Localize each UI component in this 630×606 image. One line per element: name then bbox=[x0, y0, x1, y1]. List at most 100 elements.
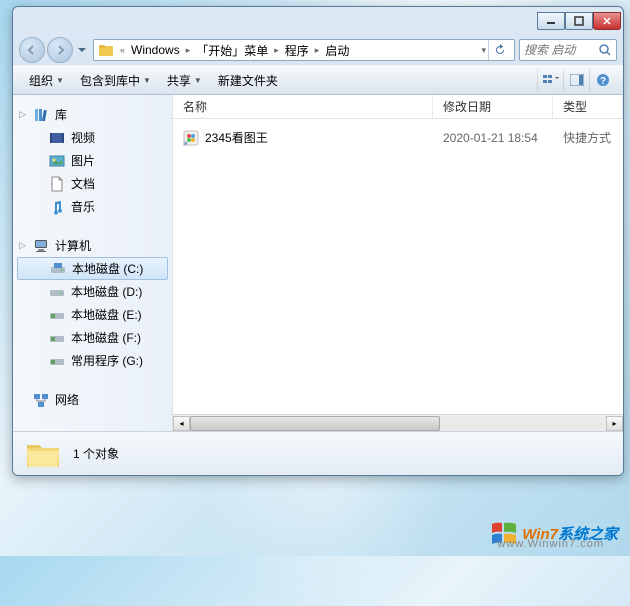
sidebar-item-label: 图片 bbox=[71, 152, 95, 169]
dropdown-icon: ▼ bbox=[143, 76, 151, 85]
chevron-right-icon: ▸ bbox=[184, 45, 193, 56]
scroll-track[interactable] bbox=[190, 416, 606, 431]
sidebar-item-drive-g[interactable]: 常用程序 (G:) bbox=[13, 349, 172, 372]
column-header-modified[interactable]: 修改日期 bbox=[433, 95, 553, 118]
sidebar-item-label: 本地磁盘 (F:) bbox=[71, 329, 141, 346]
watermark-url: www.Winwin7.com bbox=[497, 538, 604, 550]
music-icon bbox=[49, 199, 65, 215]
scroll-right-button[interactable]: ▸ bbox=[606, 416, 623, 431]
sidebar-item-music[interactable]: 音乐 bbox=[13, 195, 172, 218]
collapse-icon: ▷ bbox=[19, 240, 26, 251]
sidebar-item-drive-d[interactable]: 本地磁盘 (D:) bbox=[13, 280, 172, 303]
sidebar-computer[interactable]: ▷ 计算机 bbox=[13, 234, 172, 257]
sidebar-item-drive-c[interactable]: 本地磁盘 (C:) bbox=[17, 257, 168, 280]
sidebar-item-label: 本地磁盘 (C:) bbox=[72, 260, 143, 277]
search-icon bbox=[598, 43, 612, 57]
breadcrumb[interactable]: « Windows ▸ 「开始」菜单 ▸ 程序 ▸ 启动 ▾ bbox=[93, 39, 515, 61]
computer-icon bbox=[33, 238, 49, 254]
tb-label: 共享 bbox=[167, 72, 191, 89]
drive-icon bbox=[49, 330, 65, 346]
tb-label: 包含到库中 bbox=[80, 72, 140, 89]
horizontal-scrollbar[interactable]: ◂ ▸ bbox=[173, 414, 623, 431]
dropdown-icon: ▼ bbox=[194, 76, 202, 85]
document-icon bbox=[49, 176, 65, 192]
forward-button[interactable] bbox=[47, 37, 73, 63]
minimize-button[interactable] bbox=[537, 12, 565, 30]
drive-icon bbox=[49, 307, 65, 323]
sidebar-label: 计算机 bbox=[55, 237, 91, 254]
maximize-button[interactable] bbox=[565, 12, 593, 30]
sidebar-item-label: 常用程序 (G:) bbox=[71, 352, 143, 369]
scroll-left-button[interactable]: ◂ bbox=[173, 416, 190, 431]
sidebar-item-drive-f[interactable]: 本地磁盘 (F:) bbox=[13, 326, 172, 349]
file-name: 2345看图王 bbox=[205, 129, 268, 146]
column-header-name[interactable]: 名称 bbox=[173, 95, 433, 118]
chevron-left-icon: « bbox=[118, 45, 127, 55]
titlebar bbox=[13, 7, 623, 35]
file-list[interactable]: 2345看图王 2020-01-21 18:54 快捷方式 bbox=[173, 119, 623, 414]
svg-text:?: ? bbox=[599, 76, 605, 87]
sidebar-label: 库 bbox=[55, 106, 67, 123]
sidebar-item-label: 文档 bbox=[71, 175, 95, 192]
sidebar-item-pictures[interactable]: 图片 bbox=[13, 149, 172, 172]
file-type: 快捷方式 bbox=[553, 129, 623, 146]
search-input[interactable] bbox=[524, 43, 598, 57]
new-folder-button[interactable]: 新建文件夹 bbox=[210, 69, 286, 92]
search-box[interactable] bbox=[519, 39, 617, 61]
chevron-right-icon: ▸ bbox=[313, 45, 322, 56]
file-item[interactable]: 2345看图王 2020-01-21 18:54 快捷方式 bbox=[173, 127, 623, 148]
sidebar-item-videos[interactable]: 视频 bbox=[13, 126, 172, 149]
toolbar: 组织▼ 包含到库中▼ 共享▼ 新建文件夹 ? bbox=[13, 65, 623, 95]
sidebar-item-label: 本地磁盘 (E:) bbox=[71, 306, 142, 323]
refresh-button[interactable] bbox=[488, 39, 510, 61]
dropdown-icon: ▼ bbox=[56, 76, 64, 85]
column-headers: 名称 修改日期 类型 bbox=[173, 95, 623, 119]
preview-pane-button[interactable] bbox=[563, 69, 589, 91]
sidebar-item-label: 音乐 bbox=[71, 198, 95, 215]
status-count: 1 个对象 bbox=[73, 445, 119, 462]
breadcrumb-segment[interactable]: 「开始」菜单 bbox=[192, 42, 272, 59]
sidebar-item-drive-e[interactable]: 本地磁盘 (E:) bbox=[13, 303, 172, 326]
chevron-right-icon: ▸ bbox=[272, 45, 281, 56]
video-icon bbox=[49, 130, 65, 146]
share-menu[interactable]: 共享▼ bbox=[159, 69, 210, 92]
view-menu[interactable] bbox=[537, 69, 563, 91]
tb-label: 新建文件夹 bbox=[218, 72, 278, 89]
navigation-pane: ▷ 库 视频 图片 文档 音乐 bbox=[13, 95, 173, 431]
sidebar-item-label: 视频 bbox=[71, 129, 95, 146]
library-icon bbox=[33, 107, 49, 123]
shortcut-icon bbox=[183, 130, 199, 146]
breadcrumb-segment[interactable]: Windows bbox=[127, 43, 184, 57]
folder-icon bbox=[25, 439, 61, 469]
file-modified: 2020-01-21 18:54 bbox=[433, 131, 553, 145]
organize-menu[interactable]: 组织▼ bbox=[21, 69, 72, 92]
network-icon bbox=[33, 392, 49, 408]
sidebar-item-label: 本地磁盘 (D:) bbox=[71, 283, 142, 300]
explorer-window: « Windows ▸ 「开始」菜单 ▸ 程序 ▸ 启动 ▾ 组织▼ 包含到库中… bbox=[12, 6, 624, 476]
watermark: Win7系统之家 www.Winwin7.com bbox=[490, 520, 618, 546]
folder-icon bbox=[98, 42, 114, 58]
breadcrumb-dropdown[interactable]: ▾ bbox=[479, 45, 488, 56]
breadcrumb-segment[interactable]: 程序 bbox=[281, 42, 313, 59]
sidebar-libraries[interactable]: ▷ 库 bbox=[13, 103, 172, 126]
back-button[interactable] bbox=[19, 37, 45, 63]
system-drive-icon bbox=[50, 261, 66, 277]
file-list-pane: 名称 修改日期 类型 2345看图王 2020-01-21 18:54 快捷方式… bbox=[173, 95, 623, 431]
close-button[interactable] bbox=[593, 12, 621, 30]
breadcrumb-segment[interactable]: 启动 bbox=[321, 42, 353, 59]
status-bar: 1 个对象 bbox=[13, 431, 623, 475]
drive-icon bbox=[49, 284, 65, 300]
sidebar-label: 网络 bbox=[55, 391, 79, 408]
sidebar-network[interactable]: 网络 bbox=[13, 388, 172, 411]
collapse-icon: ▷ bbox=[19, 109, 26, 120]
sidebar-item-documents[interactable]: 文档 bbox=[13, 172, 172, 195]
help-button[interactable]: ? bbox=[589, 69, 615, 91]
include-in-library-menu[interactable]: 包含到库中▼ bbox=[72, 69, 159, 92]
nav-history-dropdown[interactable] bbox=[75, 41, 89, 59]
drive-icon bbox=[49, 353, 65, 369]
column-header-type[interactable]: 类型 bbox=[553, 95, 623, 118]
scroll-thumb[interactable] bbox=[190, 416, 440, 431]
picture-icon bbox=[49, 153, 65, 169]
tb-label: 组织 bbox=[29, 72, 53, 89]
address-bar: « Windows ▸ 「开始」菜单 ▸ 程序 ▸ 启动 ▾ bbox=[13, 35, 623, 65]
